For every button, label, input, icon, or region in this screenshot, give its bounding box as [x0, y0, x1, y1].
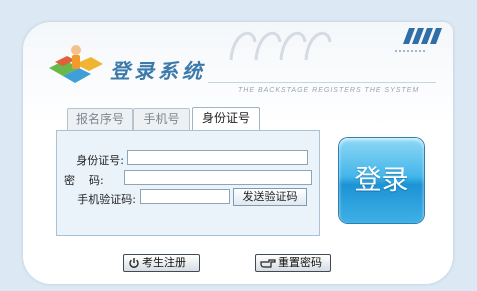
send-code-button[interactable]: 发送验证码: [233, 188, 307, 206]
page-title: 登录系统: [110, 59, 206, 83]
sms-code-input[interactable]: [140, 189, 230, 204]
password-input[interactable]: [124, 170, 312, 185]
sms-code-label: 手机验证码:: [77, 193, 136, 206]
hand-pointer-icon: [260, 259, 276, 268]
decorative-stripes-graphic: [395, 28, 442, 52]
power-icon: [129, 258, 139, 268]
reset-password-label: 重置密码: [278, 256, 322, 269]
register-label: 考生注册: [142, 256, 186, 269]
register-button[interactable]: 考生注册: [123, 254, 200, 272]
subtitle-divider: [208, 82, 436, 83]
reset-password-button[interactable]: 重置密码: [255, 254, 331, 272]
tab-phone-number[interactable]: 手机号: [133, 108, 190, 130]
users-puzzle-icon: [49, 45, 103, 83]
decorative-rings-graphic: [229, 31, 332, 61]
page-subtitle: THE BACKSTAGE REGISTERS THE SYSTEM: [238, 87, 420, 94]
id-number-input[interactable]: [127, 150, 308, 165]
tab-registration-number[interactable]: 报名序号: [67, 108, 133, 130]
id-number-label: 身份证号:: [76, 154, 124, 167]
tab-id-number[interactable]: 身份证号: [192, 107, 260, 131]
password-label: 密 码:: [64, 174, 104, 187]
login-button[interactable]: 登录: [339, 138, 424, 223]
